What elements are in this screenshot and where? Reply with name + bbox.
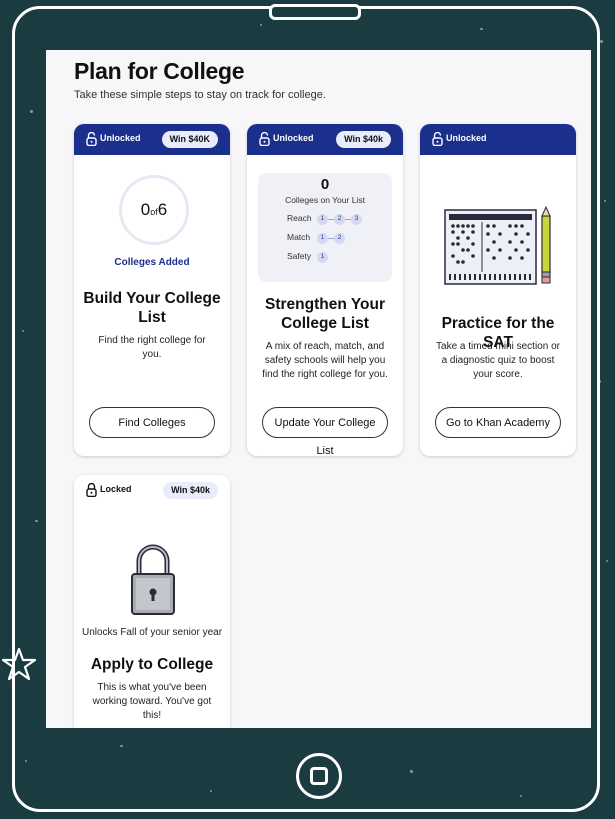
match-dot-2: 2 [334,233,345,244]
reach-dot-3: 3 [351,214,362,225]
match-dot-1: 1 [317,233,328,244]
speck [600,40,603,43]
card-practice-sat: Unlocked Practice for the SAT Take a tim… [420,124,576,456]
screen: Plan for College Take these simple steps… [46,50,591,728]
reach-dot-1: 1 [317,214,328,225]
college-list-summary: 0 Colleges on Your List Reach 1 2 3 Matc… [258,173,392,282]
progress-label: Colleges Added [114,257,190,268]
card-title: Apply to College [90,656,214,673]
status-label: Locked [100,484,132,494]
unlocked-lock-icon [86,132,97,146]
card-build-college-list: Unlocked Win $40K 0of6 Colleges Added Bu… [74,124,230,456]
card-strengthen-college-list: Unlocked Win $40k 0 Colleges on Your Lis… [247,124,403,456]
unlock-note: Unlocks Fall of your senior year [81,627,223,638]
unlocked-lock-icon [432,132,443,146]
progress-ring: 0of6 [119,175,189,245]
card-apply-to-college: Locked Win $40k Unlocks Fall of your sen… [74,475,230,728]
progress-count: 0 [140,200,151,219]
status-label: Unlocked [100,133,141,143]
reach-dot-2: 2 [334,214,345,225]
answer-sheet-illustration [444,206,551,285]
card-header: Unlocked Win $40K [74,124,230,155]
speck [604,200,606,202]
safety-label: Safety [287,251,312,261]
home-button-icon[interactable] [296,753,342,799]
prize-badge: Win $40K [161,131,218,148]
card-description: Take a timed mini section or a diagnosti… [436,341,560,380]
status-label: Unlocked [446,133,487,143]
card-title: Build Your College List [83,290,221,326]
go-to-khan-academy-button[interactable]: Go to Khan Academy [435,407,561,438]
card-header: Unlocked Win $40k [247,124,403,155]
list-count: 0 [320,176,330,193]
card-header: Locked Win $40k [74,475,230,506]
page-subtitle: Take these simple steps to stay on track… [74,89,326,101]
home-button-square [310,767,328,785]
pencil-icon [541,206,551,284]
reach-label: Reach [287,213,312,223]
prize-badge: Win $40k [163,482,218,499]
card-description: This is what you've been working toward.… [92,682,212,721]
card-description: A mix of reach, match, and safety school… [262,341,388,380]
star-icon[interactable] [0,645,38,683]
padlock-illustration [131,544,175,615]
speck [606,560,608,562]
update-college-list-button[interactable]: Update Your College List [262,407,388,456]
prize-badge: Win $40k [336,131,391,148]
find-colleges-button[interactable]: Find Colleges [89,407,215,438]
status-label: Unlocked [273,133,314,143]
progress-total: 6 [157,200,168,219]
card-title: Strengthen Your College List [265,296,385,332]
card-header: Unlocked [420,124,576,155]
safety-dot-1: 1 [317,252,328,263]
card-description: Find the right college for you. [98,335,206,360]
unlocked-lock-icon [259,132,270,146]
list-label: Colleges on Your List [285,195,365,205]
tablet-camera [269,4,361,20]
locked-lock-icon [86,483,97,497]
page-title: Plan for College [74,58,245,84]
progress-of: of [150,207,158,217]
match-label: Match [287,232,311,242]
